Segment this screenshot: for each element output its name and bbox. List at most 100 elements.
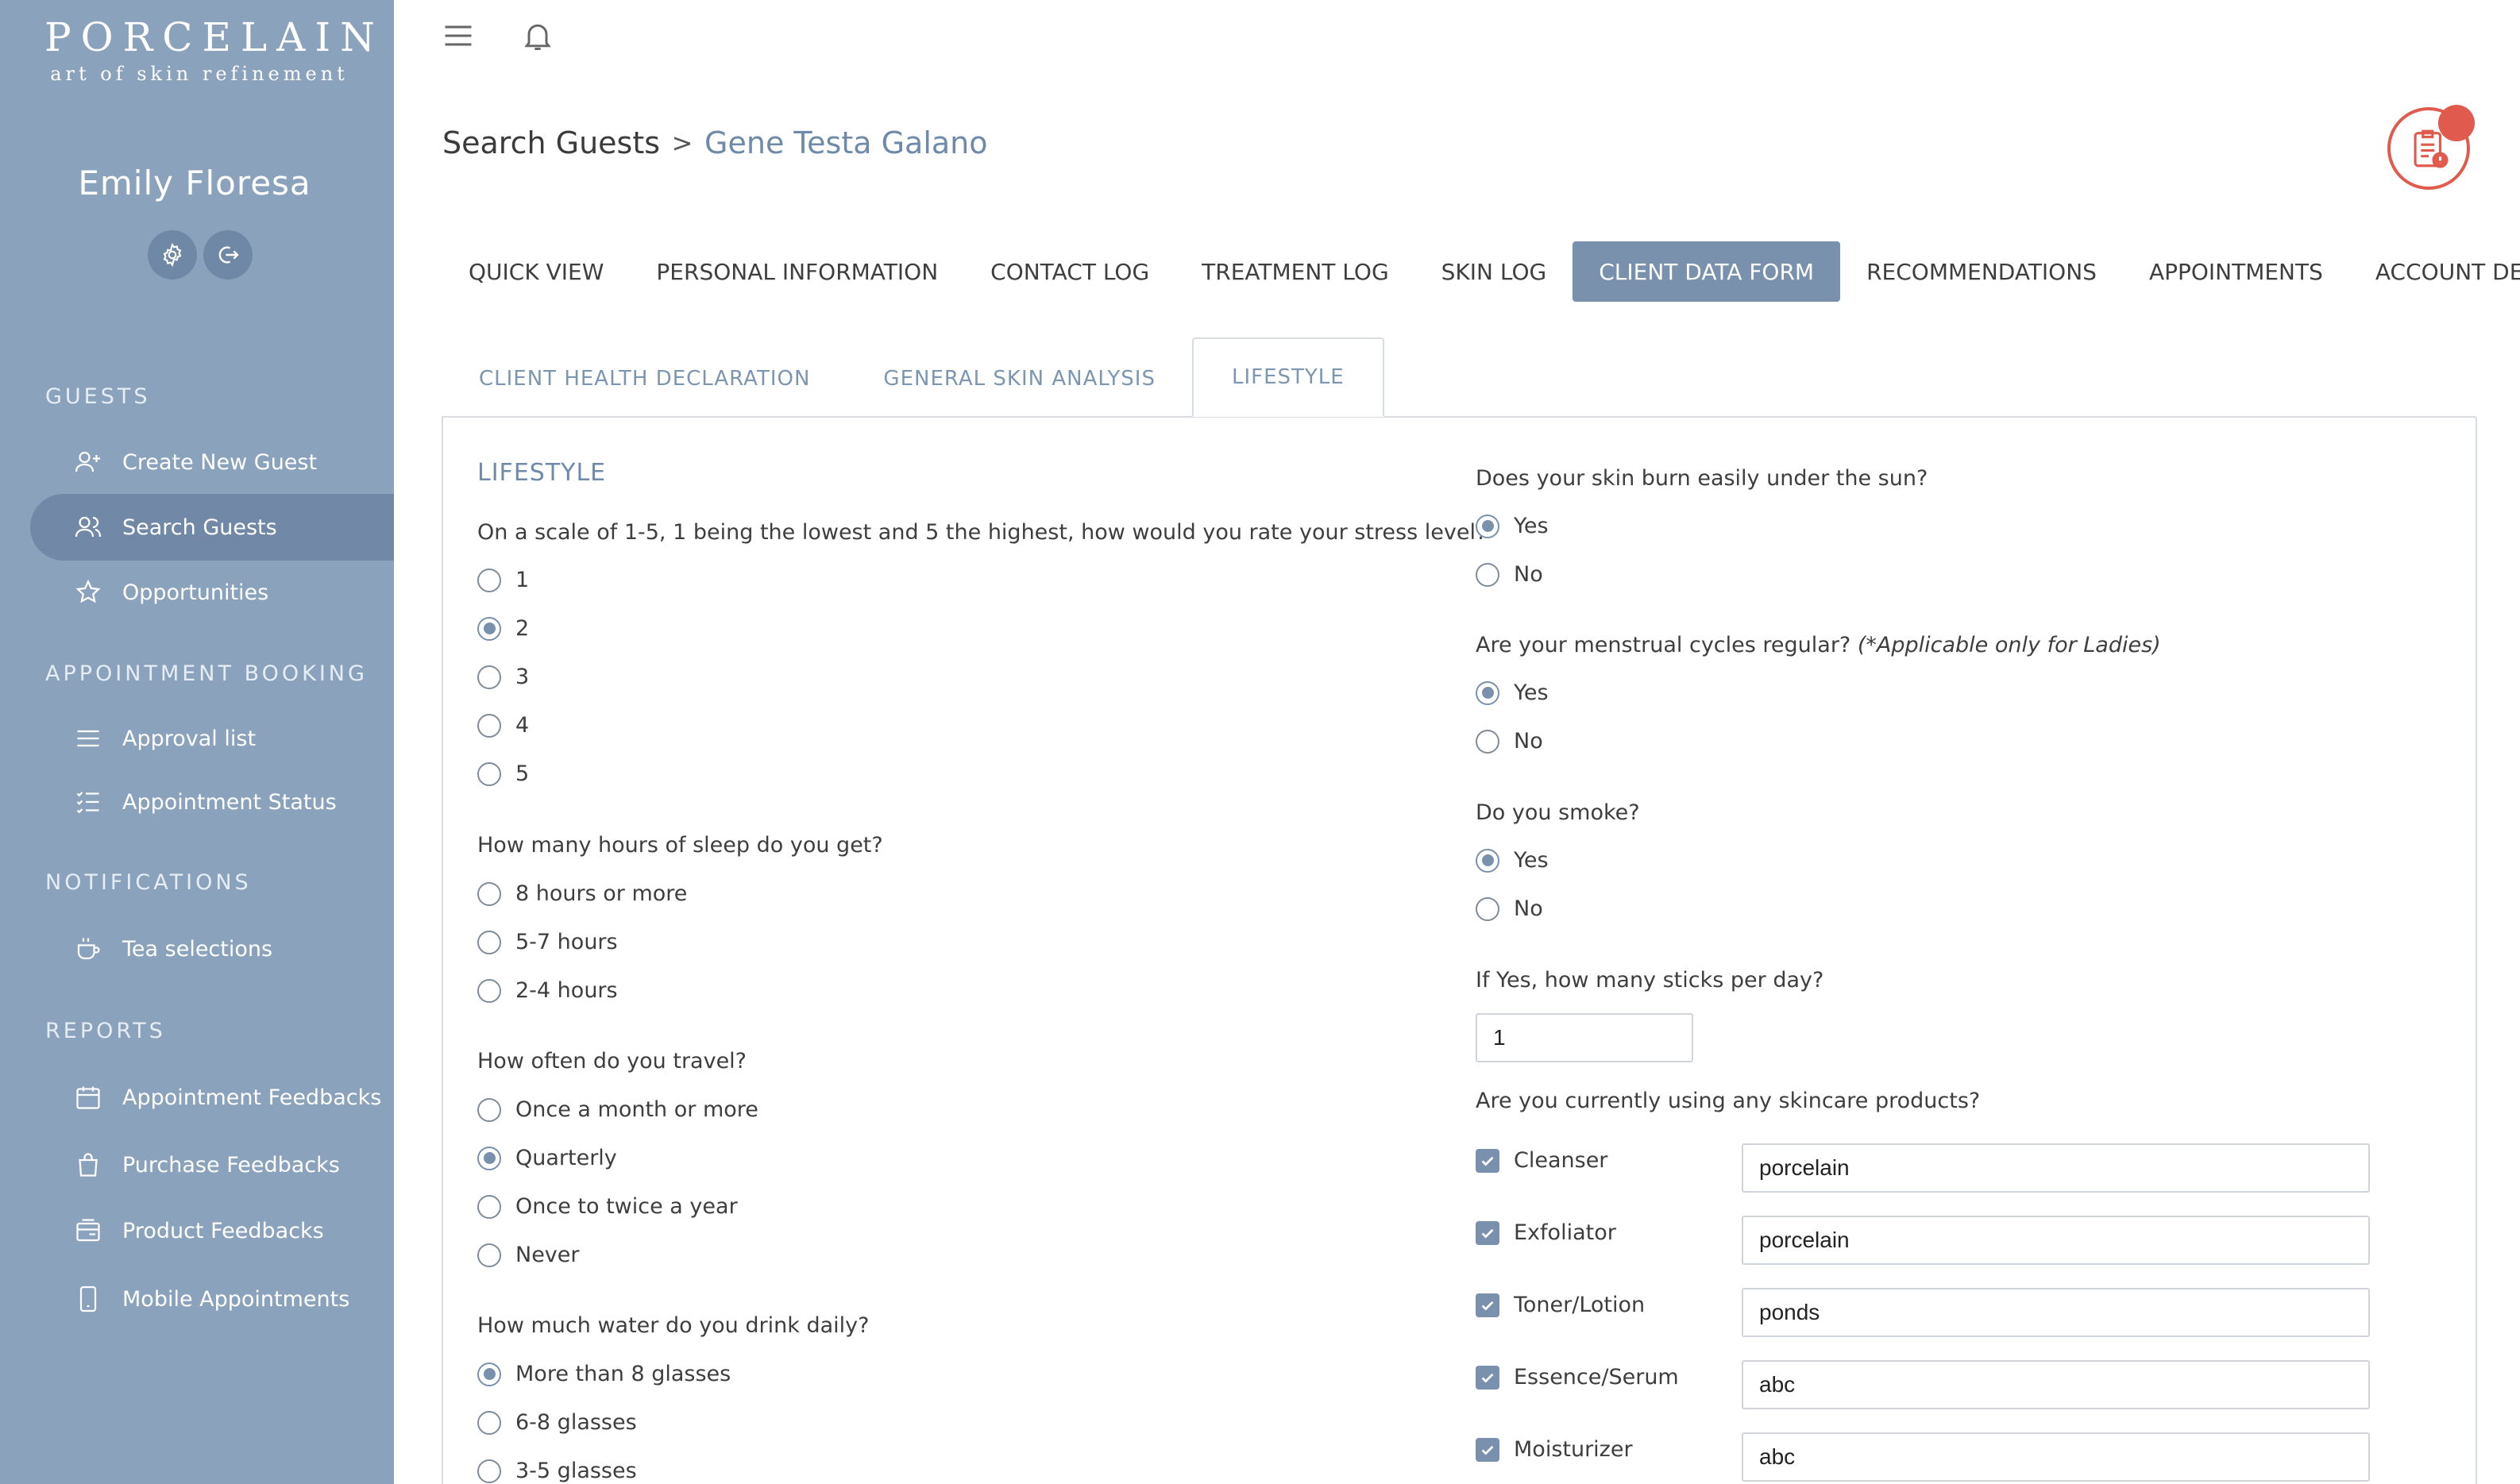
radio-button[interactable] bbox=[477, 930, 501, 954]
menu-button[interactable] bbox=[440, 17, 477, 54]
smoke-option-no[interactable]: No bbox=[1476, 896, 1543, 921]
water-option-8-plus[interactable]: More than 8 glasses bbox=[477, 1362, 731, 1386]
tab-skin-log[interactable]: SKIN LOG bbox=[1415, 241, 1573, 302]
product-cleanser-checkbox[interactable]: Cleanser bbox=[1476, 1148, 1607, 1173]
radio-button[interactable] bbox=[1476, 514, 1499, 538]
sleep-option-5-7[interactable]: 5-7 hours bbox=[477, 930, 618, 954]
product-toner-checkbox[interactable]: Toner/Lotion bbox=[1476, 1293, 1645, 1317]
radio-label: Quarterly bbox=[515, 1146, 617, 1170]
water-option-3-5[interactable]: 3-5 glasses bbox=[477, 1459, 637, 1483]
radio-button[interactable] bbox=[477, 1194, 501, 1219]
radio-button[interactable] bbox=[477, 1097, 501, 1122]
tab-client-data-form[interactable]: CLIENT DATA FORM bbox=[1573, 241, 1841, 302]
radio-button[interactable] bbox=[1476, 896, 1499, 921]
subtab-general-skin-analysis[interactable]: GENERAL SKIN ANALYSIS bbox=[847, 341, 1192, 417]
tab-treatment-log[interactable]: TREATMENT LOG bbox=[1175, 241, 1414, 302]
subtab-client-health-declaration[interactable]: CLIENT HEALTH DECLARATION bbox=[442, 341, 847, 417]
radio-button[interactable] bbox=[477, 713, 501, 738]
stress-option-5[interactable]: 5 bbox=[477, 761, 529, 786]
travel-option-monthly[interactable]: Once a month or more bbox=[477, 1097, 758, 1122]
tab-account-details[interactable]: ACCOUNT DETAILS bbox=[2349, 241, 2520, 302]
tab-contact-log[interactable]: CONTACT LOG bbox=[964, 241, 1175, 302]
radio-button[interactable] bbox=[477, 1243, 501, 1267]
stress-option-2[interactable]: 2 bbox=[477, 616, 529, 641]
radio-button[interactable] bbox=[477, 1410, 501, 1435]
checklist-icon bbox=[73, 787, 103, 817]
radio-button[interactable] bbox=[1476, 729, 1499, 754]
radio-button[interactable] bbox=[477, 761, 501, 786]
tab-recommendations[interactable]: RECOMMENDATIONS bbox=[1840, 241, 2123, 302]
checkbox[interactable] bbox=[1476, 1148, 1499, 1173]
brand-name: PORCELAIN bbox=[44, 14, 384, 60]
main-tabs: QUICK VIEW PERSONAL INFORMATION CONTACT … bbox=[442, 241, 2520, 302]
stress-option-1[interactable]: 1 bbox=[477, 568, 529, 592]
radio-button[interactable] bbox=[477, 1459, 501, 1483]
sidebar-item-purchase-feedbacks[interactable]: Purchase Feedbacks bbox=[30, 1131, 394, 1198]
radio-label: 1 bbox=[515, 568, 530, 592]
water-question: How much water do you drink daily? bbox=[477, 1313, 870, 1338]
travel-option-quarterly[interactable]: Quarterly bbox=[477, 1146, 617, 1170]
subtab-lifestyle[interactable]: LIFESTYLE bbox=[1191, 337, 1384, 417]
brand-logo[interactable]: PORCELAIN art of skin refinement bbox=[44, 14, 384, 86]
radio-button[interactable] bbox=[477, 1362, 501, 1386]
checkbox[interactable] bbox=[1476, 1220, 1499, 1245]
product-moisturizer-input[interactable] bbox=[1742, 1432, 2370, 1482]
sidebar-item-label: Purchase Feedbacks bbox=[122, 1152, 340, 1178]
sleep-option-8-plus[interactable]: 8 hours or more bbox=[477, 881, 687, 906]
menstrual-option-no[interactable]: No bbox=[1476, 729, 1543, 754]
logout-button[interactable] bbox=[203, 230, 253, 279]
tab-personal-information[interactable]: PERSONAL INFORMATION bbox=[630, 241, 964, 302]
product-essence-checkbox[interactable]: Essence/Serum bbox=[1476, 1365, 1679, 1390]
radio-button[interactable] bbox=[1476, 848, 1499, 873]
product-exfoliator-input[interactable] bbox=[1742, 1216, 2370, 1265]
sticks-per-day-input[interactable] bbox=[1476, 1013, 1693, 1062]
sunburn-option-no[interactable]: No bbox=[1476, 562, 1543, 587]
radio-label: 4 bbox=[515, 713, 530, 738]
product-essence-input[interactable] bbox=[1742, 1360, 2370, 1409]
travel-option-never[interactable]: Never bbox=[477, 1243, 580, 1267]
sidebar-item-mobile-appointments[interactable]: Mobile Appointments bbox=[30, 1266, 394, 1332]
notifications-button[interactable] bbox=[519, 17, 556, 54]
radio-button[interactable] bbox=[1476, 680, 1499, 705]
sidebar-item-appointment-feedbacks[interactable]: Appointment Feedbacks bbox=[30, 1064, 394, 1131]
sidebar-item-product-feedbacks[interactable]: Product Feedbacks bbox=[30, 1197, 394, 1264]
product-cleanser-input[interactable] bbox=[1742, 1143, 2370, 1193]
radio-button[interactable] bbox=[477, 1146, 501, 1170]
stress-option-4[interactable]: 4 bbox=[477, 713, 529, 738]
gear-icon bbox=[163, 242, 182, 268]
tab-appointments[interactable]: APPOINTMENTS bbox=[2123, 241, 2349, 302]
list-icon bbox=[73, 723, 103, 754]
water-option-6-8[interactable]: 6-8 glasses bbox=[477, 1410, 637, 1435]
radio-label: Once to twice a year bbox=[515, 1194, 738, 1219]
product-toner-input[interactable] bbox=[1742, 1288, 2370, 1337]
radio-button[interactable] bbox=[1476, 562, 1499, 587]
checkmark-icon bbox=[1481, 1445, 1494, 1455]
menstrual-option-yes[interactable]: Yes bbox=[1476, 680, 1549, 705]
sidebar-item-create-new-guest[interactable]: Create New Guest bbox=[30, 429, 394, 495]
breadcrumb-root[interactable]: Search Guests bbox=[442, 125, 660, 160]
radio-button[interactable] bbox=[477, 978, 501, 1003]
radio-button[interactable] bbox=[477, 616, 501, 641]
product-moisturizer-checkbox[interactable]: Moisturizer bbox=[1476, 1437, 1633, 1462]
radio-button[interactable] bbox=[477, 881, 501, 906]
checkbox[interactable] bbox=[1476, 1437, 1499, 1462]
checkbox[interactable] bbox=[1476, 1365, 1499, 1390]
radio-button[interactable] bbox=[477, 568, 501, 592]
shopping-bag-icon bbox=[73, 1150, 103, 1180]
sidebar-item-appointment-status[interactable]: Appointment Status bbox=[30, 769, 394, 835]
sidebar-item-approval-list[interactable]: Approval list bbox=[30, 705, 394, 772]
sunburn-option-yes[interactable]: Yes bbox=[1476, 514, 1549, 538]
sleep-option-2-4[interactable]: 2-4 hours bbox=[477, 978, 618, 1003]
sidebar-item-search-guests[interactable]: Search Guests bbox=[30, 494, 394, 561]
sidebar-item-tea-selections[interactable]: Tea selections bbox=[30, 915, 394, 982]
product-exfoliator-checkbox[interactable]: Exfoliator bbox=[1476, 1220, 1616, 1245]
sidebar-item-opportunities[interactable]: Opportunities bbox=[30, 559, 394, 626]
stress-option-3[interactable]: 3 bbox=[477, 665, 529, 689]
smoke-option-yes[interactable]: Yes bbox=[1476, 848, 1549, 873]
radio-button[interactable] bbox=[477, 665, 501, 689]
checkbox-label: Moisturizer bbox=[1514, 1437, 1633, 1462]
settings-button[interactable] bbox=[148, 230, 197, 279]
travel-option-yearly[interactable]: Once to twice a year bbox=[477, 1194, 738, 1219]
checkbox[interactable] bbox=[1476, 1293, 1499, 1317]
tab-quick-view[interactable]: QUICK VIEW bbox=[442, 241, 630, 302]
